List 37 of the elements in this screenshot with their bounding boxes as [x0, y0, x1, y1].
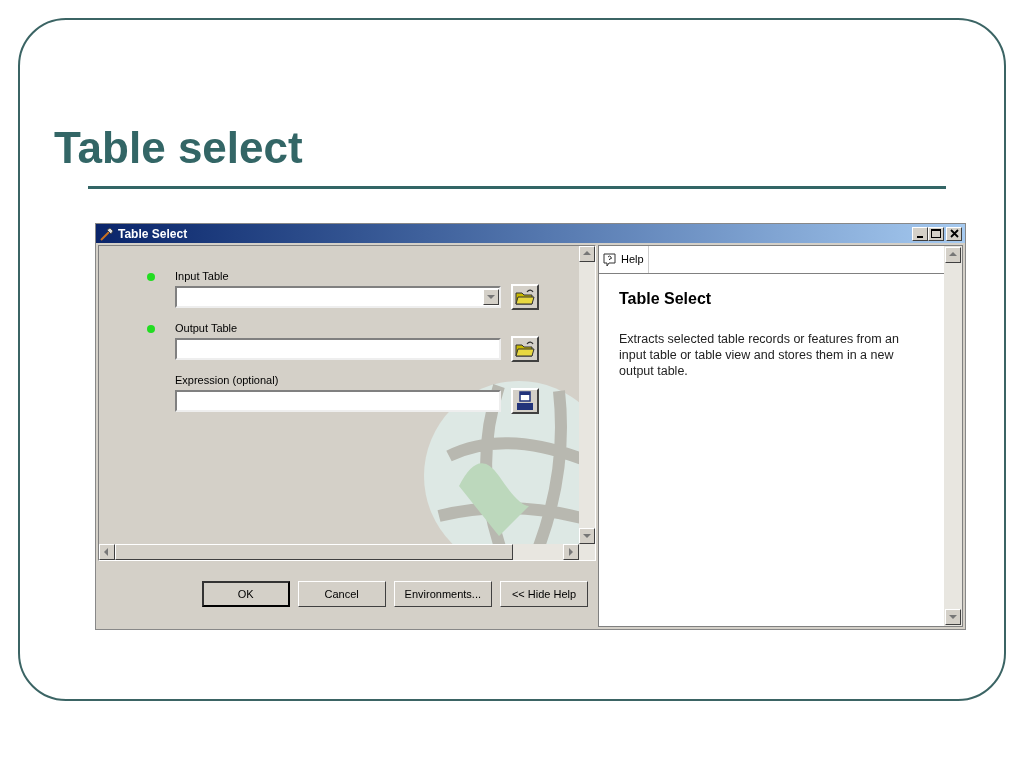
help-tab[interactable]: Help — [599, 246, 649, 273]
hammer-icon — [99, 226, 115, 241]
maximize-icon — [931, 229, 941, 238]
scroll-down-button[interactable] — [579, 528, 595, 544]
scrollbar-thumb[interactable] — [115, 544, 513, 560]
input-field[interactable] — [175, 390, 501, 412]
close-icon — [949, 229, 959, 238]
minimize-button[interactable] — [912, 226, 928, 241]
close-button[interactable] — [946, 226, 962, 241]
scroll-up-button[interactable] — [579, 246, 595, 262]
scroll-left-button[interactable] — [99, 544, 115, 560]
parameter-label: Output Table — [175, 321, 238, 336]
browse-button[interactable] — [511, 336, 539, 362]
dialog-button[interactable]: << Hide Help — [500, 581, 588, 607]
dialog-button[interactable]: Environments... — [393, 581, 492, 607]
window-title: Table Select — [118, 225, 189, 243]
parameter-label: Input Table — [175, 269, 229, 284]
parameter-label: Expression (optional) — [175, 373, 279, 388]
dialog-button[interactable]: Cancel — [297, 581, 386, 607]
input-field[interactable] — [175, 338, 501, 360]
scroll-down-button[interactable] — [945, 609, 961, 625]
scroll-up-button[interactable] — [945, 247, 961, 263]
dialog-button[interactable]: OK — [201, 581, 290, 607]
scroll-right-button[interactable] — [563, 544, 579, 560]
folder-icon — [515, 340, 535, 358]
sql-button[interactable] — [511, 388, 539, 414]
dropdown-button[interactable] — [483, 289, 499, 305]
help-heading: Table Select — [619, 289, 712, 309]
maximize-button[interactable] — [928, 226, 944, 241]
minimize-icon — [917, 235, 923, 238]
browse-button[interactable] — [511, 284, 539, 310]
help-text: Extracts selected table records or features from an input table or table view and stores them in a new output table. — [619, 331, 900, 379]
folder-icon — [515, 288, 535, 306]
dropdown-field[interactable] — [175, 286, 501, 308]
slide-title: Table select — [54, 122, 303, 174]
help-icon — [603, 252, 616, 267]
sql-icon — [515, 391, 535, 411]
